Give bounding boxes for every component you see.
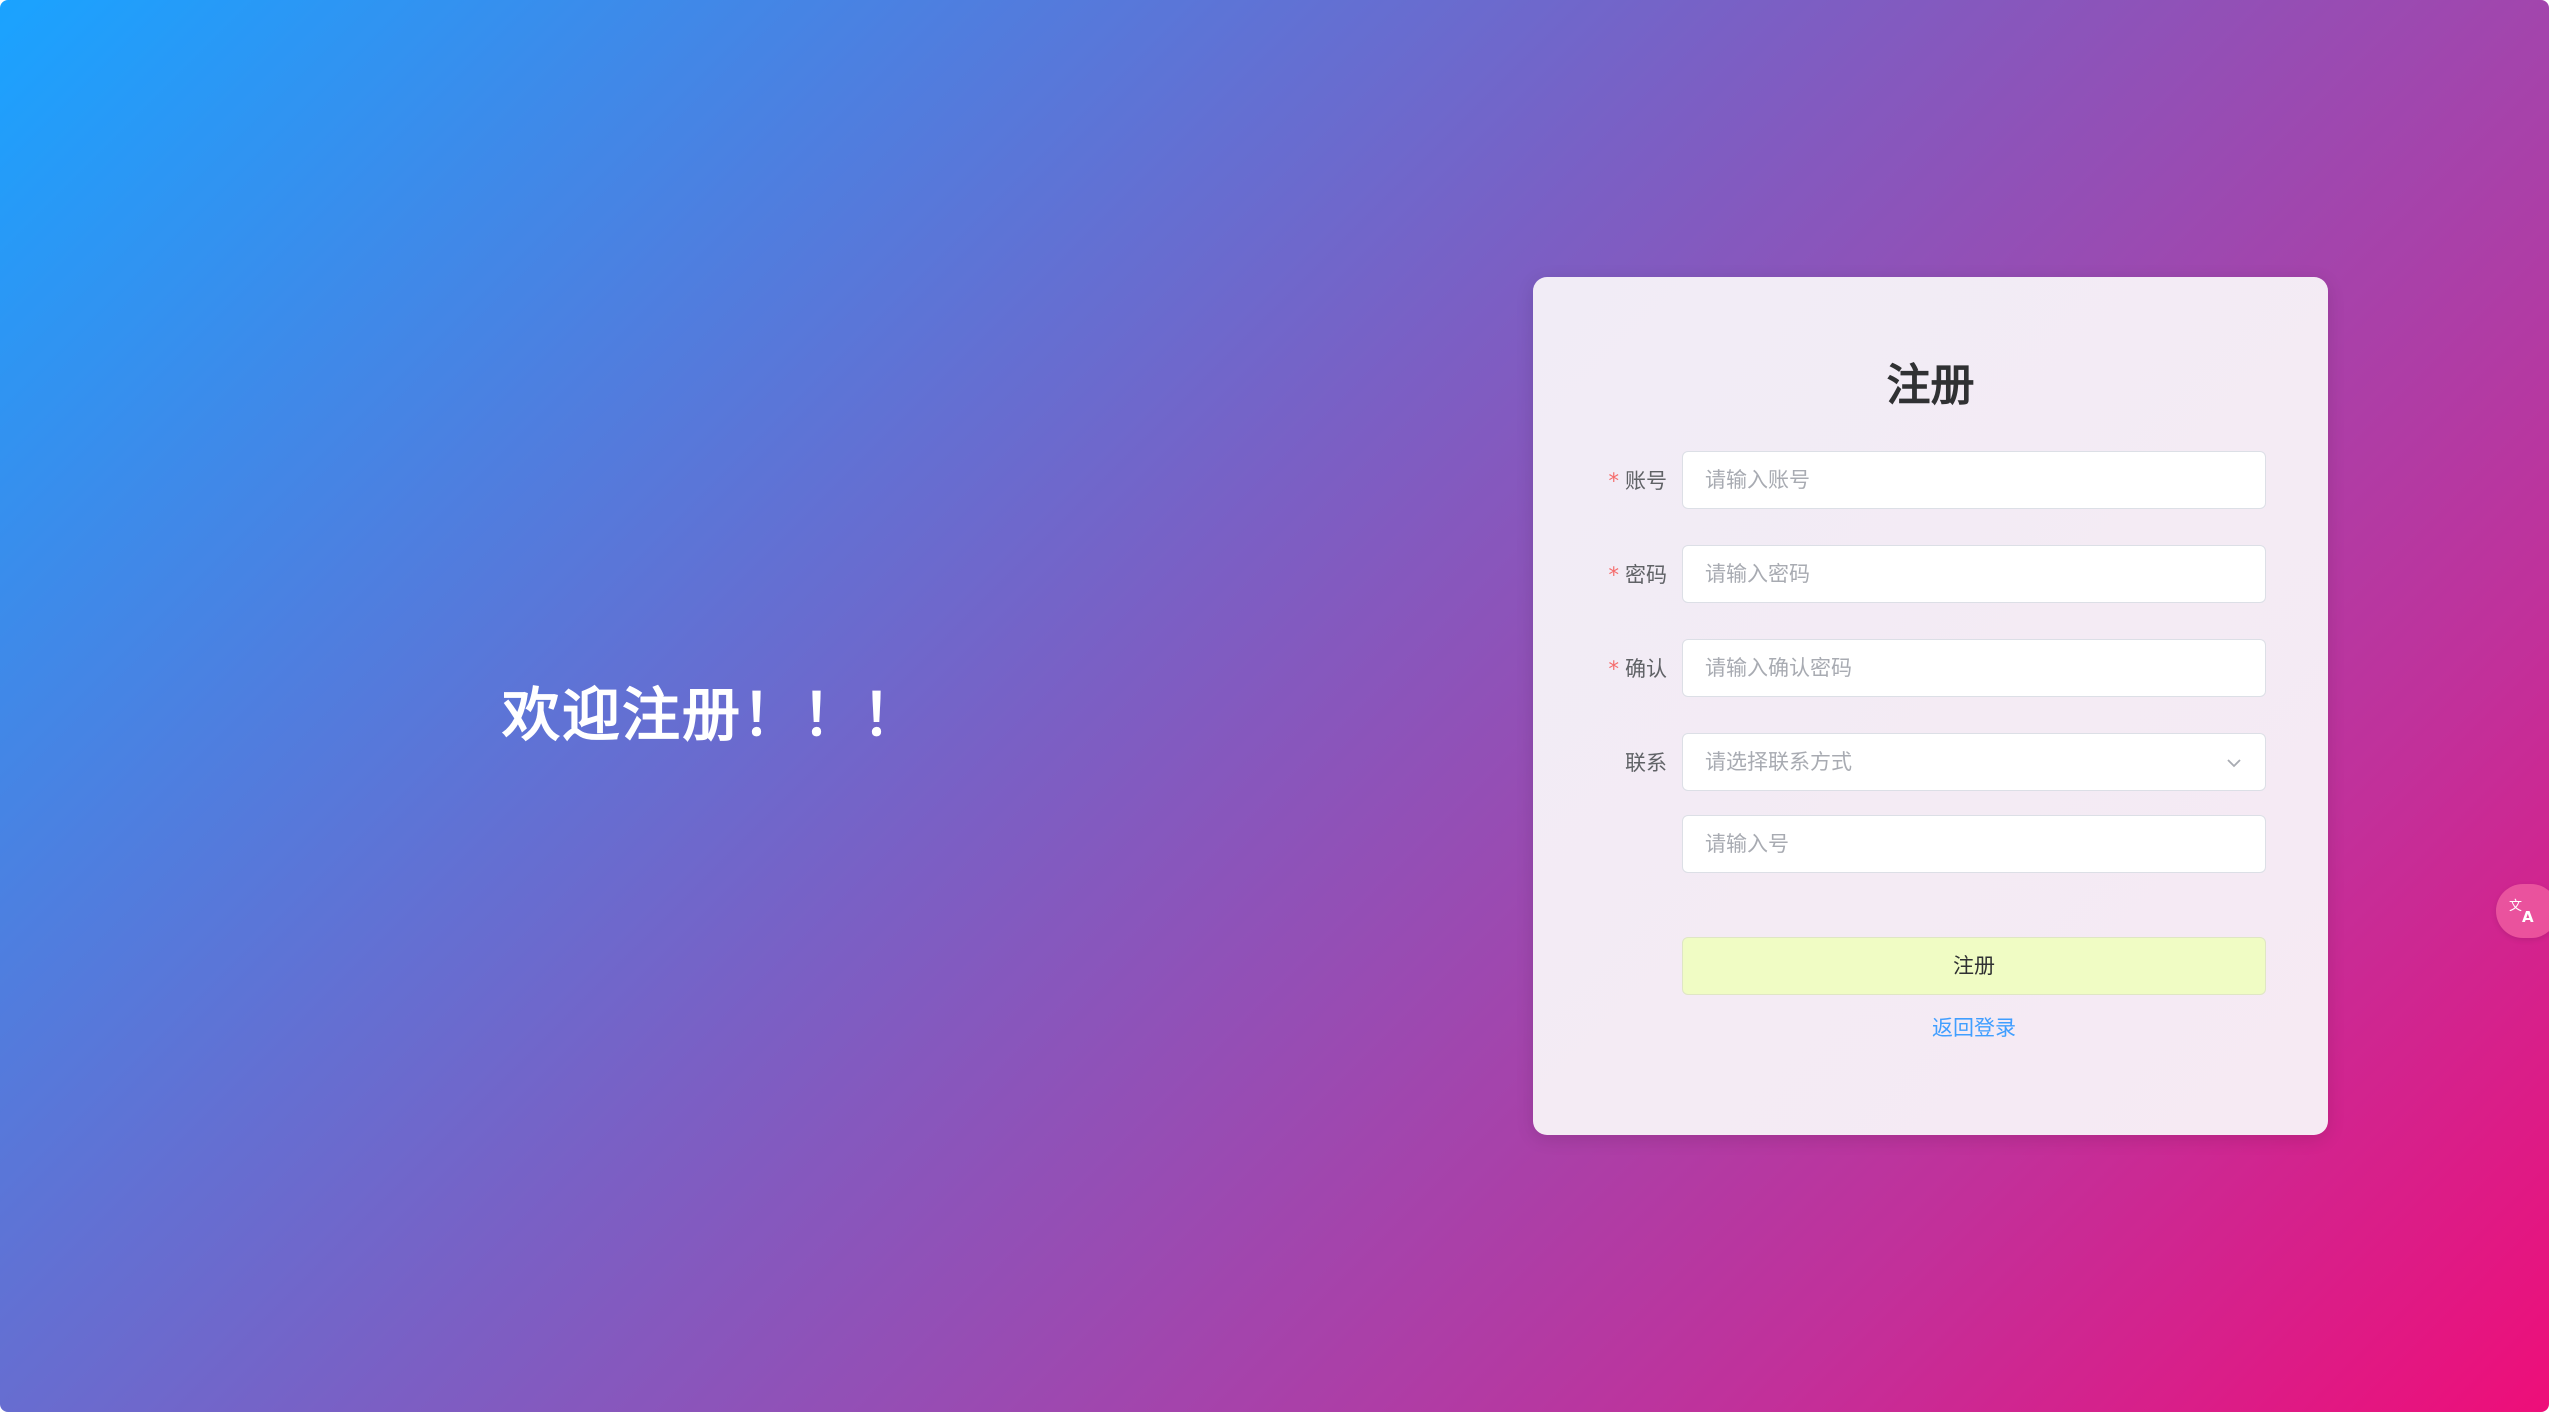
chevron-down-icon (2227, 759, 2241, 768)
contact-method-select[interactable]: 请选择联系方式 (1682, 733, 2266, 791)
contact-row: 联系 请选择联系方式 (1533, 733, 2328, 793)
contact-number-input[interactable] (1682, 815, 2266, 873)
password-label-text: 密码 (1625, 563, 1667, 587)
account-input[interactable] (1682, 451, 2266, 509)
translate-button[interactable]: 文 A (2496, 884, 2549, 938)
contact-label: 联系 (1625, 751, 1667, 775)
account-label: * 账号 (1609, 451, 1668, 511)
confirm-label: * 确认 (1609, 639, 1668, 699)
password-input[interactable] (1682, 545, 2266, 603)
required-mark: * (1608, 563, 1620, 587)
contact-number-row (1533, 815, 2328, 875)
register-title: 注册 (1886, 360, 1975, 411)
confirm-label-text: 确认 (1625, 657, 1667, 681)
account-row: * 账号 (1533, 451, 2328, 511)
translate-icon: 文 A (2509, 899, 2534, 926)
back-to-login-link[interactable]: 返回登录 (1682, 1012, 2266, 1042)
account-label-text: 账号 (1625, 469, 1667, 493)
required-mark: * (1608, 469, 1620, 493)
register-card: 注册 *账号 *密码 *确认 联系 请选择联系方式 (1533, 277, 2328, 1135)
required-mark: * (1608, 657, 1620, 681)
register-button[interactable]: 注册 (1682, 937, 2266, 995)
contact-select-placeholder: 请选择联系方式 (1705, 750, 1852, 774)
svg-text:文: 文 (2509, 899, 2522, 914)
password-row: * 密码 (1533, 545, 2328, 605)
confirm-row: * 确认 (1533, 639, 2328, 699)
welcome-heading: 欢迎注册！！！ (502, 681, 923, 749)
register-page: 欢迎注册！！！ 注册 *账号 *密码 *确认 联系 (0, 0, 2549, 1412)
password-label: * 密码 (1609, 545, 1668, 605)
confirm-password-input[interactable] (1682, 639, 2266, 697)
svg-text:A: A (2522, 908, 2534, 926)
